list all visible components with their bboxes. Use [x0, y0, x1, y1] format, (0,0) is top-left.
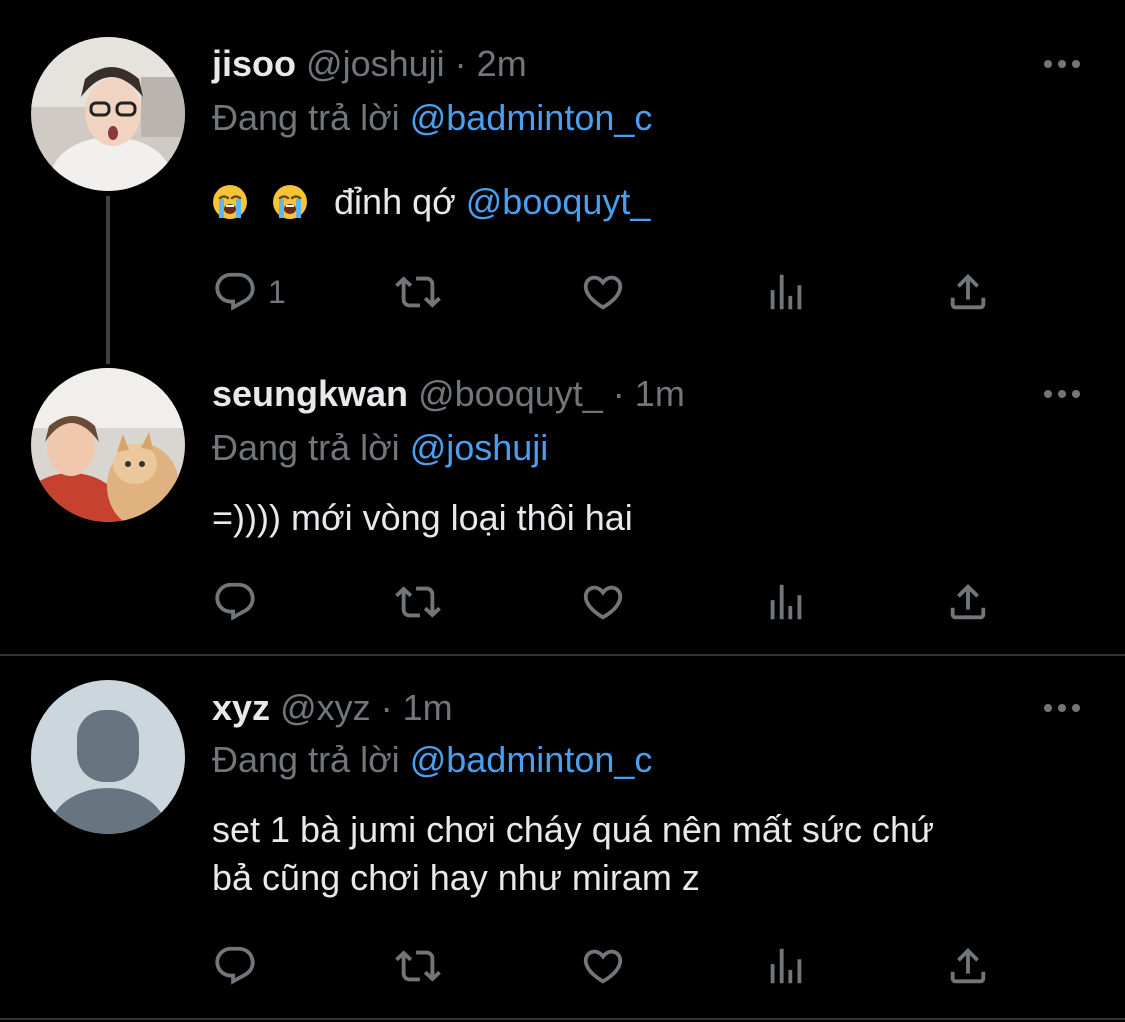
- display-name[interactable]: jisoo: [212, 43, 296, 84]
- tweet-text-line: set 1 bà jumi chơi cháy quá nên mất sức …: [212, 809, 935, 850]
- views-button[interactable]: [763, 267, 809, 317]
- reply-button[interactable]: [212, 577, 258, 627]
- reply-icon: [212, 943, 258, 989]
- display-name[interactable]: seungkwan: [212, 373, 408, 414]
- replying-mention[interactable]: @badminton_c: [410, 739, 653, 780]
- retweet-icon: [395, 579, 441, 625]
- separator: ·: [380, 687, 393, 728]
- loudly-crying-face-icon: [272, 184, 308, 220]
- replying-prefix: Đang trả lời: [212, 739, 400, 780]
- separator: ·: [612, 373, 625, 414]
- views-button[interactable]: [763, 941, 809, 991]
- views-button[interactable]: [763, 577, 809, 627]
- avatar-photo-icon: [31, 37, 185, 191]
- tweet-actions: [212, 941, 1092, 991]
- tweet-header: seungkwan @booquyt_ · 1m: [212, 372, 685, 416]
- retweet-button[interactable]: [395, 941, 441, 991]
- like-button[interactable]: [580, 941, 626, 991]
- more-icon[interactable]: [1042, 384, 1082, 404]
- tweet-jisoo[interactable]: jisoo @joshuji · 2m Đang trả lời @badmin…: [0, 0, 1125, 364]
- tweet-text: đỉnh qớ @booquyt_: [212, 178, 1092, 226]
- avatar[interactable]: [31, 368, 185, 522]
- analytics-icon: [763, 579, 809, 625]
- more-icon[interactable]: [1042, 698, 1082, 718]
- timestamp[interactable]: 2m: [477, 43, 527, 84]
- loudly-crying-face-icon: [212, 184, 248, 220]
- reply-icon: [212, 269, 258, 315]
- replying-prefix: Đang trả lời: [212, 427, 400, 468]
- retweet-icon: [395, 269, 441, 315]
- heart-icon: [580, 943, 626, 989]
- like-button[interactable]: [580, 577, 626, 627]
- replying-mention[interactable]: @joshuji: [410, 427, 549, 468]
- tweet-header: jisoo @joshuji · 2m: [212, 42, 527, 86]
- share-button[interactable]: [945, 577, 991, 627]
- analytics-icon: [763, 943, 809, 989]
- heart-icon: [580, 269, 626, 315]
- share-button[interactable]: [945, 267, 991, 317]
- tweet-seungkwan[interactable]: seungkwan @booquyt_ · 1m Đang trả lời @j…: [0, 360, 1125, 654]
- replying-prefix: Đang trả lời: [212, 97, 400, 138]
- like-button[interactable]: [580, 267, 626, 317]
- avatar[interactable]: [31, 680, 185, 834]
- replying-to: Đang trả lời @badminton_c: [212, 738, 652, 782]
- share-icon: [945, 579, 991, 625]
- username[interactable]: @joshuji: [306, 43, 445, 84]
- timestamp[interactable]: 1m: [403, 687, 453, 728]
- timestamp[interactable]: 1m: [635, 373, 685, 414]
- reply-button[interactable]: 1: [212, 267, 286, 317]
- mention-link[interactable]: @booquyt_: [466, 181, 651, 222]
- analytics-icon: [763, 269, 809, 315]
- display-name[interactable]: xyz: [212, 687, 270, 728]
- reply-button[interactable]: [212, 941, 258, 991]
- retweet-button[interactable]: [395, 577, 441, 627]
- retweet-icon: [395, 943, 441, 989]
- tweet-actions: 1: [212, 267, 1092, 317]
- tweet-xyz[interactable]: xyz @xyz · 1m Đang trả lời @badminton_c …: [0, 656, 1125, 1018]
- replying-to: Đang trả lời @badminton_c: [212, 96, 652, 140]
- tweet-actions: [212, 577, 1092, 627]
- reply-count: 1: [268, 273, 286, 310]
- separator: ·: [454, 43, 467, 84]
- avatar[interactable]: [31, 37, 185, 191]
- username[interactable]: @booquyt_: [418, 373, 603, 414]
- tweet-text-content: đỉnh qớ: [334, 181, 456, 222]
- tweet-text-line: bả cũng chơi hay như miram z: [212, 857, 700, 898]
- share-icon: [945, 943, 991, 989]
- tweet-divider: [0, 1018, 1125, 1020]
- tweet-header: xyz @xyz · 1m: [212, 686, 453, 730]
- tweet-text: =)))) mới vòng loại thôi hai: [212, 497, 633, 538]
- tweet-text: set 1 bà jumi chơi cháy quá nên mất sức …: [212, 806, 1092, 902]
- share-button[interactable]: [945, 941, 991, 991]
- reply-icon: [212, 579, 258, 625]
- default-avatar-icon: [31, 680, 185, 834]
- thread-line: [106, 196, 110, 364]
- heart-icon: [580, 579, 626, 625]
- retweet-button[interactable]: [395, 267, 441, 317]
- replying-mention[interactable]: @badminton_c: [410, 97, 653, 138]
- more-icon[interactable]: [1042, 54, 1082, 74]
- avatar-photo-icon: [31, 368, 185, 522]
- username[interactable]: @xyz: [280, 687, 371, 728]
- share-icon: [945, 269, 991, 315]
- replying-to: Đang trả lời @joshuji: [212, 426, 548, 470]
